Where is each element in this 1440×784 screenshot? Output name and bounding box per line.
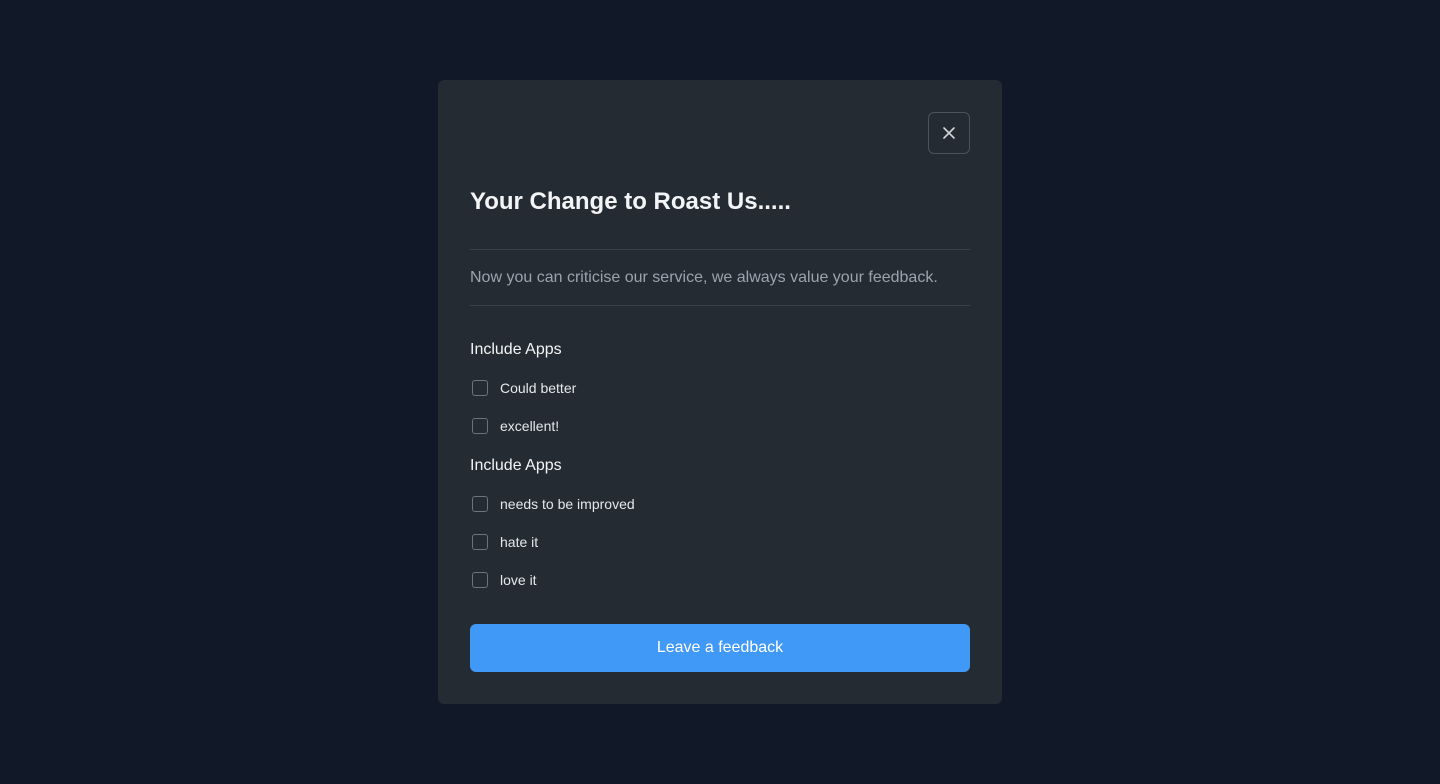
option-label: love it <box>500 572 537 588</box>
checkbox[interactable] <box>472 534 488 550</box>
modal-description: Now you can criticise our service, we al… <box>470 269 938 286</box>
option-hate-it[interactable]: hate it <box>472 533 538 551</box>
option-label: excellent! <box>500 418 560 434</box>
group-title-1: Include Apps <box>470 341 562 358</box>
checkbox[interactable] <box>472 572 488 588</box>
checkbox[interactable] <box>472 380 488 396</box>
option-excellent[interactable]: excellent! <box>472 417 559 435</box>
option-needs-improvement[interactable]: needs to be improved <box>472 495 635 513</box>
feedback-modal: Your Change to Roast Us..... Now you can… <box>438 80 1002 704</box>
checkbox[interactable] <box>472 496 488 512</box>
option-label: needs to be improved <box>500 496 635 512</box>
leave-feedback-button[interactable]: Leave a feedback <box>470 624 970 672</box>
option-love-it[interactable]: love it <box>472 571 537 589</box>
divider <box>470 305 970 306</box>
group-title-2: Include Apps <box>470 457 562 474</box>
divider <box>470 249 970 250</box>
option-could-better[interactable]: Could better <box>472 379 576 397</box>
option-label: hate it <box>500 534 539 550</box>
option-label: Could better <box>500 380 577 396</box>
modal-title: Your Change to Roast Us..... <box>470 188 791 215</box>
close-button[interactable] <box>928 112 970 154</box>
checkbox[interactable] <box>472 418 488 434</box>
close-icon <box>943 127 955 139</box>
